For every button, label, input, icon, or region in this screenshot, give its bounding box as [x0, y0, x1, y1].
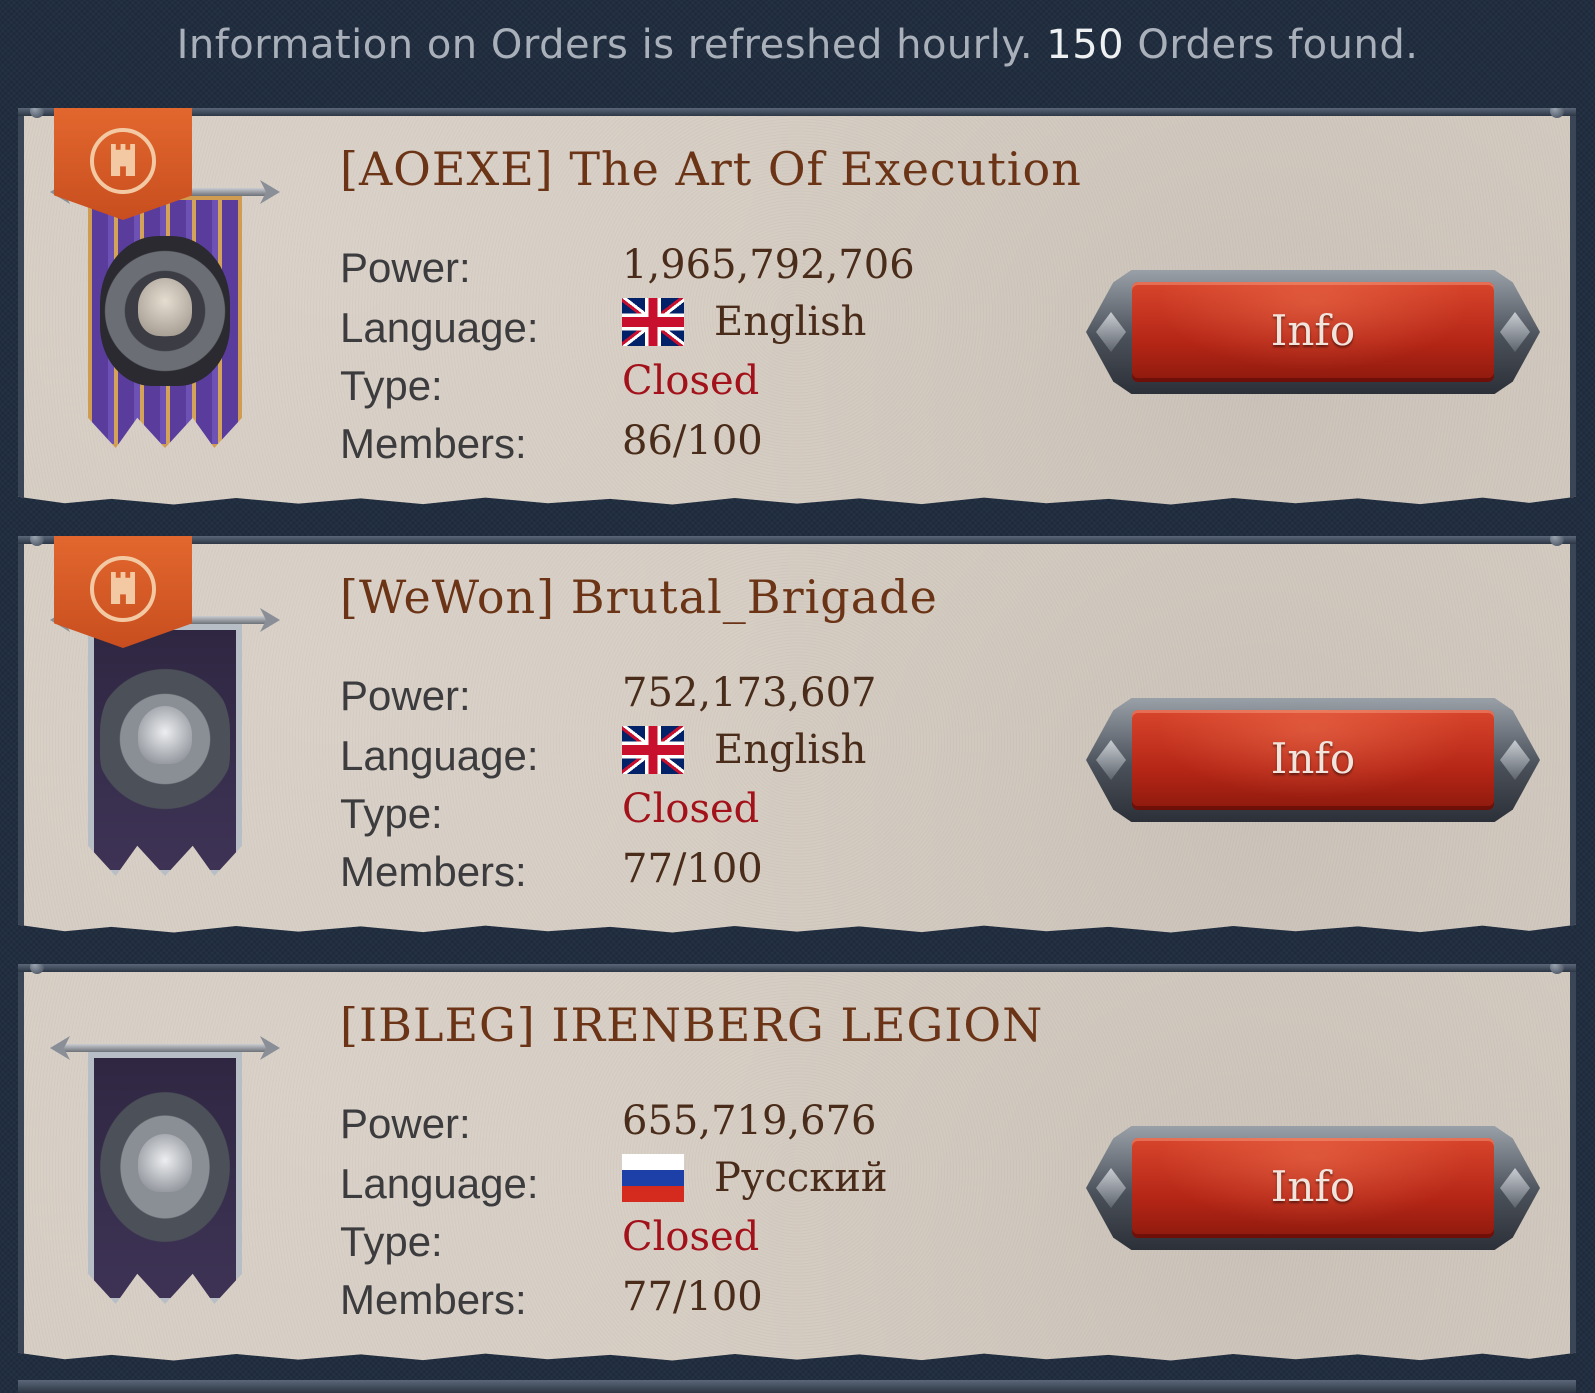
language-name: English: [714, 727, 867, 773]
lion-banner-icon: [60, 606, 270, 896]
info-button[interactable]: Info: [1086, 1126, 1540, 1250]
list-bottom-rail: [18, 1380, 1576, 1393]
language-value: English: [622, 298, 866, 346]
info-button[interactable]: Info: [1086, 270, 1540, 394]
orders-refresh-notice: Information on Orders is refreshed hourl…: [0, 22, 1595, 68]
power-label: Power:: [340, 244, 471, 291]
info-button-label[interactable]: Info: [1086, 306, 1540, 355]
info-button-label[interactable]: Info: [1086, 734, 1540, 783]
type-value: Closed: [622, 358, 760, 404]
language-name: English: [714, 299, 867, 345]
skull-banner-icon: [60, 178, 270, 468]
type-value: Closed: [622, 1214, 760, 1260]
language-name: Русский: [714, 1155, 888, 1201]
members-value: 77/100: [622, 846, 763, 892]
rivet-icon: [30, 536, 44, 546]
language-value: Русский: [622, 1154, 888, 1202]
language-value: English: [622, 726, 866, 774]
members-value: 86/100: [622, 418, 763, 464]
orders-count: 150: [1046, 22, 1125, 68]
wolf-banner-icon: [60, 1034, 270, 1324]
uk-flag-icon: [622, 298, 684, 346]
notice-text-after: Orders found.: [1137, 22, 1419, 68]
rivet-icon: [30, 108, 44, 118]
power-value: 1,965,792,706: [622, 242, 915, 288]
info-button[interactable]: Info: [1086, 698, 1540, 822]
type-label: Type:: [340, 362, 443, 409]
castle-icon: [90, 556, 156, 622]
type-label: Type:: [340, 790, 443, 837]
order-title: [AOEXE] The Art Of Execution: [340, 142, 1082, 196]
order-card[interactable]: [WeWon] Brutal_Brigade Power: 752,173,60…: [18, 536, 1576, 933]
ru-flag-icon: [622, 1154, 684, 1202]
type-label: Type:: [340, 1218, 443, 1265]
uk-flag-icon: [622, 726, 684, 774]
power-value: 655,719,676: [622, 1098, 877, 1144]
language-label: Language:: [340, 732, 539, 779]
members-label: Members:: [340, 848, 527, 895]
rivet-icon: [1550, 108, 1564, 118]
order-card[interactable]: [IBLEG] IRENBERG LEGION Power: 655,719,6…: [18, 964, 1576, 1361]
castle-icon: [90, 128, 156, 194]
info-button-label[interactable]: Info: [1086, 1162, 1540, 1211]
power-label: Power:: [340, 672, 471, 719]
rivet-icon: [1550, 964, 1564, 974]
type-value: Closed: [622, 786, 760, 832]
members-value: 77/100: [622, 1274, 763, 1320]
members-label: Members:: [340, 420, 527, 467]
order-title: [WeWon] Brutal_Brigade: [340, 570, 938, 624]
members-label: Members:: [340, 1276, 527, 1323]
order-title: [IBLEG] IRENBERG LEGION: [340, 998, 1044, 1052]
rivet-icon: [1550, 536, 1564, 546]
rivet-icon: [30, 964, 44, 974]
notice-text-before: Information on Orders is refreshed hourl…: [176, 22, 1034, 68]
language-label: Language:: [340, 304, 539, 351]
language-label: Language:: [340, 1160, 539, 1207]
order-card[interactable]: [AOEXE] The Art Of Execution Power: 1,96…: [18, 108, 1576, 505]
power-value: 752,173,607: [622, 670, 877, 716]
power-label: Power:: [340, 1100, 471, 1147]
